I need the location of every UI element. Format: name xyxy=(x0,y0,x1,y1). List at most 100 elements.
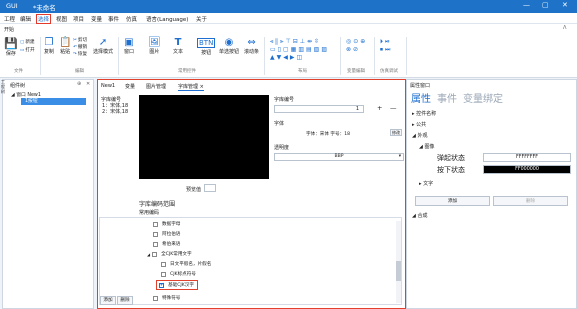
menu-select[interactable]: 选择 xyxy=(36,14,52,24)
tab-variable-binding[interactable]: 变量绑定 xyxy=(463,90,503,105)
lock-icon[interactable]: ▥ xyxy=(298,46,306,53)
paste-button[interactable]: 📋 粘贴 xyxy=(59,37,71,55)
section-text[interactable]: ▸ 文字 xyxy=(419,180,433,187)
move-left-icon[interactable]: ◀ xyxy=(283,54,290,61)
align-middle-icon[interactable]: ⊟ xyxy=(293,38,300,45)
tab-properties[interactable]: 属性 xyxy=(411,90,431,105)
align-bottom-icon[interactable]: ⊥ xyxy=(300,38,307,45)
variable-edit-icon[interactable]: ⊕ xyxy=(360,38,367,45)
list-item[interactable]: 希伯来语 xyxy=(153,241,180,247)
tree-item-selected[interactable]: 1按钮 xyxy=(21,98,86,105)
same-size-icon[interactable]: ▢ xyxy=(283,46,291,53)
list-item[interactable]: 阿拉伯语 xyxy=(153,231,180,237)
close-icon[interactable]: ✕ xyxy=(562,1,568,9)
group-icon[interactable]: ▨ xyxy=(321,46,329,53)
menu-item[interactable]: 项目 xyxy=(73,15,84,23)
redo-button[interactable]: ↷恢复 xyxy=(73,51,87,57)
undo-button[interactable]: ↶撤销 xyxy=(73,44,87,50)
section-control-name[interactable]: ▸ 控件名称 xyxy=(412,110,436,117)
save-button[interactable]: 💾 保存 xyxy=(4,37,18,57)
radio-button-control[interactable]: ◉ 单选按钮 xyxy=(219,37,239,55)
window-button[interactable]: ▣ 窗口 xyxy=(124,37,134,55)
move-up-icon[interactable]: ▲ xyxy=(270,54,277,61)
collapse-icon[interactable]: ◢ xyxy=(147,252,150,257)
menu-about[interactable]: 关于 xyxy=(196,15,207,23)
transparency-select[interactable]: BBP ▾ xyxy=(274,153,404,161)
tree-root[interactable]: ◢ 窗口 New1 xyxy=(11,91,41,98)
list-item[interactable]: 日文平假名，片假名 xyxy=(161,261,211,267)
font-number-input[interactable]: 1 xyxy=(274,105,364,113)
list-item-selected[interactable]: ✔ 基础CJK汉字 xyxy=(156,280,198,290)
distribute-h-icon[interactable]: ⇹ xyxy=(307,38,314,45)
delete-button[interactable]: 删除 xyxy=(117,296,133,305)
move-right-icon[interactable]: ▶ xyxy=(290,54,297,61)
checked-checkbox[interactable]: ✔ xyxy=(159,282,164,288)
add-button[interactable]: 添加 xyxy=(100,296,116,305)
font-list-item[interactable]: 2：宋体,18 xyxy=(102,108,128,115)
open-button[interactable]: ▭打开 xyxy=(20,47,35,53)
preview-value-input[interactable] xyxy=(204,184,216,192)
menu-language[interactable]: 语言(Language) xyxy=(146,15,188,23)
collapse-ribbon-icon[interactable]: ᐱ xyxy=(563,25,566,31)
section-composite[interactable]: ◢ 合成 xyxy=(412,212,427,219)
scrollbar-button[interactable]: ⇔ 滚动条 xyxy=(244,37,259,55)
section-appearance[interactable]: ◢ 外观 xyxy=(412,132,427,139)
menu-simulation[interactable]: 仿真 xyxy=(126,15,137,23)
delete-property-button[interactable]: 删除 xyxy=(493,196,568,206)
variable-list-icon[interactable]: ⊘ xyxy=(353,46,360,53)
checkbox[interactable] xyxy=(153,221,158,227)
step-icon[interactable]: ⏭ xyxy=(385,46,392,53)
checkbox[interactable] xyxy=(152,251,158,257)
minus-icon[interactable]: — xyxy=(390,104,397,112)
section-image[interactable]: ◢ 图像 xyxy=(419,143,434,150)
checkbox[interactable] xyxy=(161,271,166,277)
distribute-v-icon[interactable]: ⇳ xyxy=(314,38,321,45)
normal-state-input[interactable]: FFFFFFFF xyxy=(483,153,571,162)
cut-button[interactable]: ✂剪切 xyxy=(73,37,87,43)
checkbox[interactable] xyxy=(153,231,158,237)
checkbox[interactable] xyxy=(153,241,158,247)
list-item[interactable]: 数据字母 xyxy=(153,221,180,227)
close-panel-icon[interactable]: ✕ xyxy=(86,81,90,87)
expand-icon[interactable]: ◢ xyxy=(11,93,15,98)
minimize-icon[interactable]: — xyxy=(523,1,530,9)
scrollbar[interactable] xyxy=(396,221,401,303)
debug-icon[interactable]: ⏯ xyxy=(385,38,392,45)
fit-icon[interactable]: ◫ xyxy=(297,54,305,61)
copy-button[interactable]: ❐ 复制 xyxy=(44,37,54,55)
pressed-state-input[interactable]: FF000000 xyxy=(483,165,571,174)
pin-icon[interactable]: ⊕ xyxy=(77,81,81,87)
section-common[interactable]: ▸ 公共 xyxy=(412,121,426,128)
picture-button[interactable]: 🖼 图片 xyxy=(148,37,161,55)
menu-variable[interactable]: 变量 xyxy=(91,15,102,23)
scrollbar-thumb[interactable] xyxy=(396,261,401,281)
list-item[interactable]: ◢ 全CJK常用文字 xyxy=(147,251,192,257)
menu-view[interactable]: 视图 xyxy=(56,15,67,23)
tab-font-manager[interactable]: 字库管理 × xyxy=(178,83,204,91)
menu-event[interactable]: 事件 xyxy=(108,15,119,23)
bring-front-icon[interactable]: ▤ xyxy=(306,46,314,53)
list-item[interactable]: CJK标点符号 xyxy=(161,271,196,277)
maximize-icon[interactable]: ▢ xyxy=(542,1,549,9)
button-control-button[interactable]: BTN 按钮 xyxy=(197,37,216,56)
select-mode-button[interactable]: ➚ 选择模式 xyxy=(93,37,113,55)
add-icon[interactable]: + xyxy=(377,104,382,112)
menu-edit[interactable]: 编辑 xyxy=(20,15,31,23)
layout-tools[interactable]: ⫷⫼⫸⊤⊟⊥⇹⇳ ▭▯▢▦▥▤▧▨ ▲▼◀▶◫ xyxy=(270,38,329,62)
ribbon-tab-home[interactable]: 开始 xyxy=(4,26,14,33)
checkbox[interactable] xyxy=(161,261,166,267)
add-property-button[interactable]: 添加 xyxy=(415,196,490,206)
same-width-icon[interactable]: ▭ xyxy=(270,46,278,53)
checkbox[interactable] xyxy=(153,295,158,301)
tab-close-icon[interactable]: × xyxy=(200,84,204,90)
align-top-icon[interactable]: ⊤ xyxy=(286,38,293,45)
project-tree-side-tab[interactable]: 工程树 xyxy=(1,79,5,94)
tab-events[interactable]: 事件 xyxy=(437,90,457,105)
change-font-button[interactable]: 修改 xyxy=(390,129,402,136)
variable-bind-icon[interactable]: ⊗ xyxy=(346,46,353,53)
tab-new1[interactable]: New1 xyxy=(101,83,115,89)
variable-tools[interactable]: ◎⊙⊕ ⊗⊘ xyxy=(346,38,367,54)
tab-image-manager[interactable]: 图片管理 xyxy=(146,83,166,90)
simulation-tools[interactable]: ⏵⏯ ⏹⏭ xyxy=(380,38,392,54)
new-button[interactable]: ▢新建 xyxy=(20,39,35,45)
